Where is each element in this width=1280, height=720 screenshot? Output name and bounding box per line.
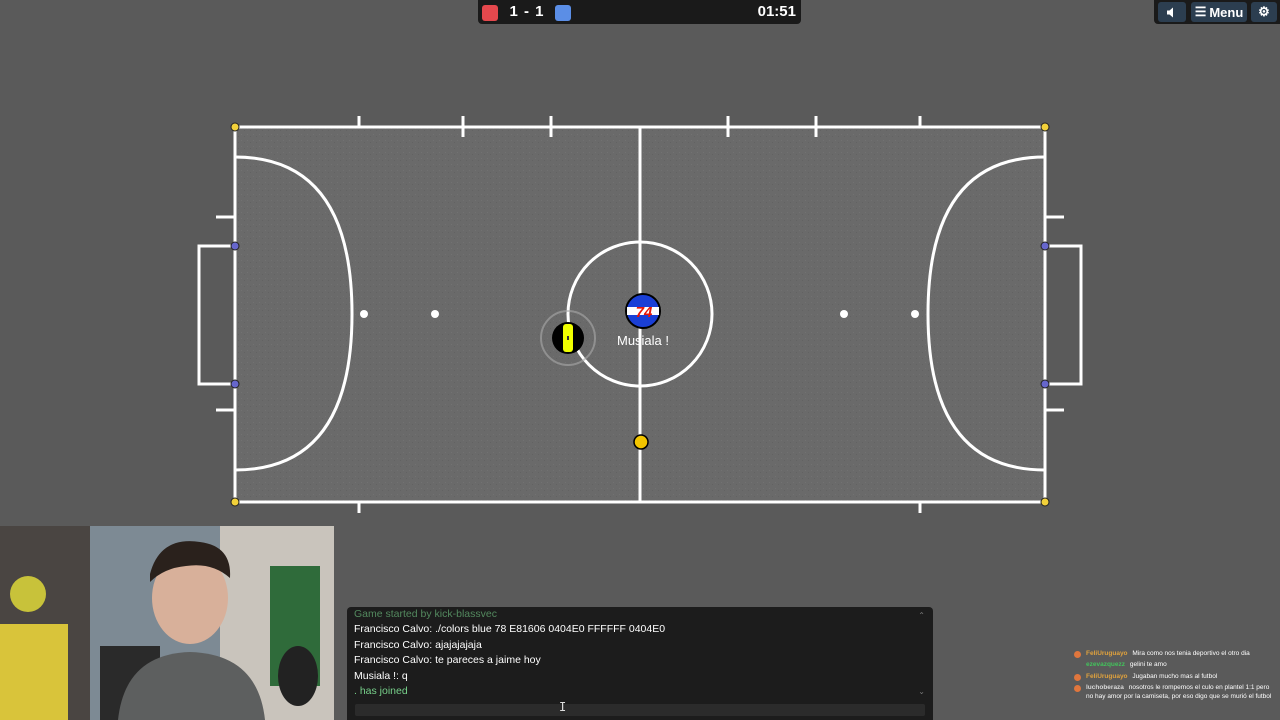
chat-input[interactable]	[355, 704, 925, 716]
stream-chat-message: FeliUruguayo Jugaban mucho mas al futbol	[1068, 673, 1274, 682]
chat-message: Francisco Calvo: te pareces a jaime hoy	[354, 654, 541, 666]
stream-chat-user: FeliUruguayo	[1086, 650, 1128, 657]
badge-icon	[1074, 673, 1081, 681]
stream-chat-user: ezevazquezz	[1086, 661, 1126, 669]
right-goal	[1045, 244, 1083, 386]
stream-chat-overlay: FeliUruguayo Mira como nos tenia deporti…	[1068, 650, 1274, 704]
webcam-image	[0, 526, 334, 720]
badge-icon	[1074, 651, 1081, 658]
stream-chat-user: FeliUruguayo	[1086, 672, 1128, 680]
stream-chat-user: luchoberaza	[1086, 683, 1124, 691]
stream-chat-message: FeliUruguayo Mira como nos tenia deporti…	[1068, 650, 1274, 659]
player-name: Musiala !	[617, 333, 669, 348]
chevron-down-icon[interactable]: ⌄	[918, 687, 925, 696]
badge-icon	[1074, 684, 1081, 692]
chat-message: Game started by kick-blassvec	[354, 608, 497, 620]
webcam-overlay	[0, 526, 334, 720]
ball	[633, 434, 649, 450]
player-number: 74	[636, 304, 653, 321]
chat-message: Musiala !: q	[354, 670, 408, 682]
stream-chat-text: Mira como nos tenia deportivo el otro di…	[1132, 650, 1250, 657]
stream-chat-message: luchoberaza nosotros le rompemos el culo…	[1068, 684, 1274, 702]
game-chat: Game started by kick-blassvec Francisco …	[347, 607, 933, 720]
text-cursor-icon: I	[559, 700, 567, 714]
left-goal	[197, 244, 235, 386]
chat-message: Francisco Calvo: ./colors blue 78 E81606…	[354, 623, 666, 635]
stream-chat-text: Jugaban mucho mas al futbol	[1132, 672, 1218, 680]
stream-chat-text: gelini te amo	[1129, 661, 1167, 669]
chat-message: Francisco Calvo: ajajajajaja	[354, 639, 482, 651]
chat-message: . has joined	[354, 685, 408, 697]
stream-chat-message: ezevazquezz gelini te amo	[1068, 661, 1274, 670]
bottom-ticks	[357, 502, 922, 513]
chevron-up-icon[interactable]: ⌃	[918, 611, 925, 620]
